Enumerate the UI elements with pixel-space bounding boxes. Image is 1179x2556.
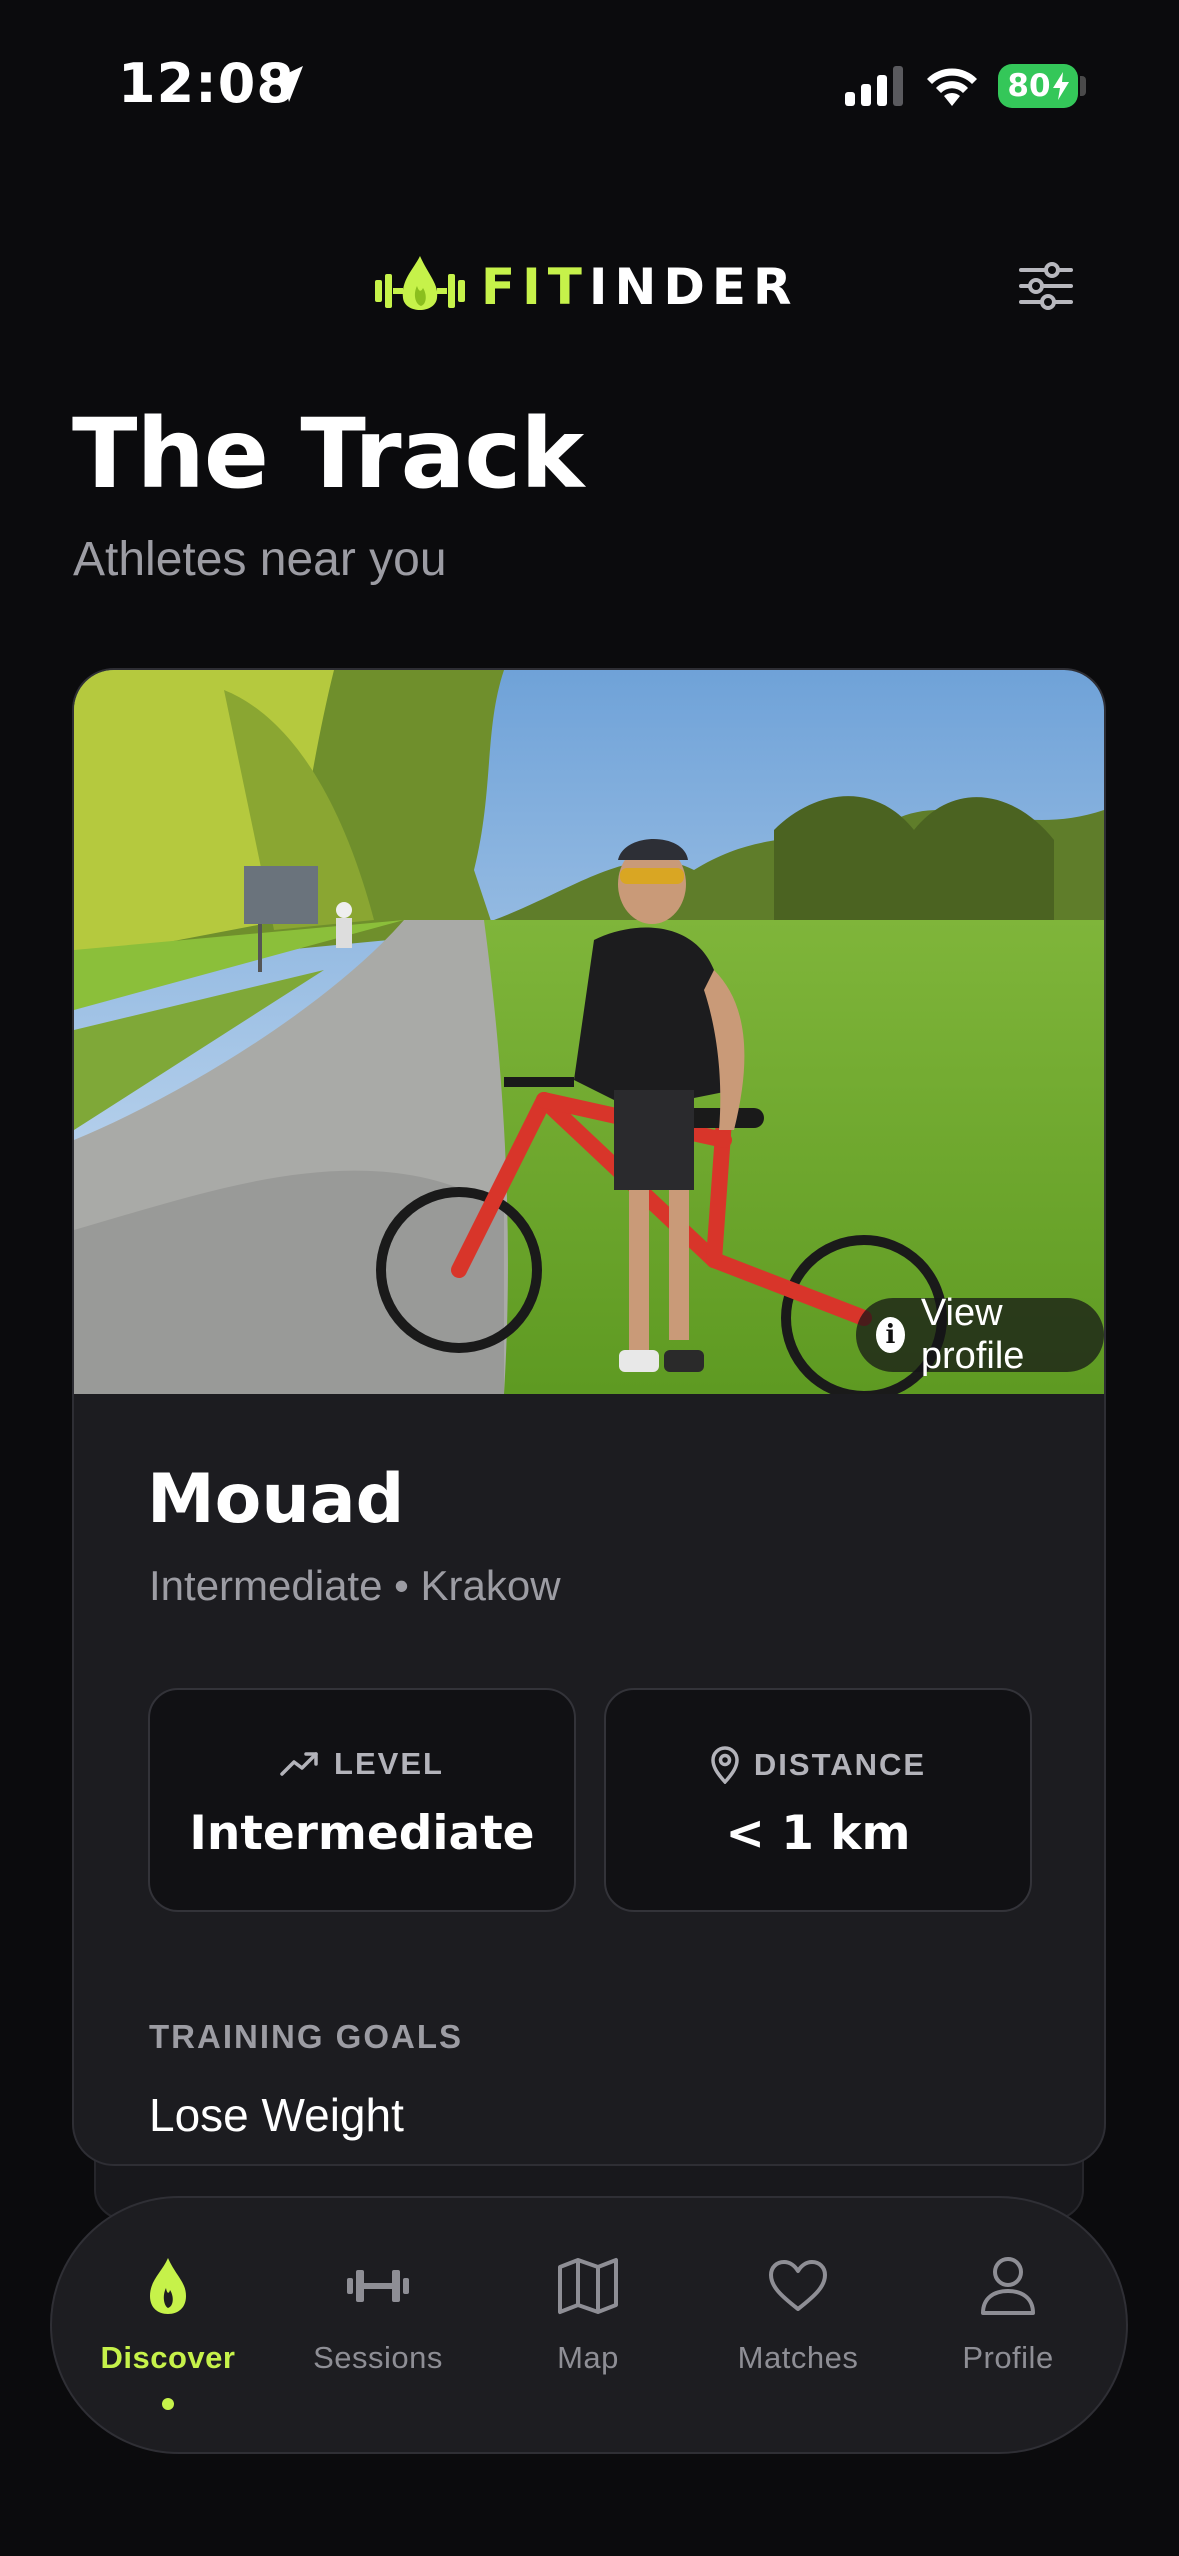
distance-stat: DISTANCE < 1 km [604,1688,1032,1912]
profile-name: Mouad [147,1460,405,1539]
map-pin-icon [711,1746,739,1784]
sliders-icon [1019,262,1073,310]
level-value: Intermediate [189,1806,535,1861]
info-icon: i [876,1317,905,1353]
level-label: LEVEL [334,1746,444,1781]
flame-icon [132,2250,204,2322]
status-bar: 12:08 80 [0,0,1179,170]
brand-logo: FITINDER [373,252,798,322]
nav-item-map[interactable]: Map [488,2198,688,2452]
view-profile-button[interactable]: i View profile [856,1292,1104,1377]
page-subtitle: Athletes near you [73,533,447,586]
profile-photo[interactable] [74,670,1104,1394]
user-icon [972,2250,1044,2322]
nav-item-sessions[interactable]: Sessions [278,2198,478,2452]
map-icon [552,2250,624,2322]
active-indicator-dot [162,2398,174,2410]
nav-item-profile[interactable]: Profile [908,2198,1108,2452]
battery-indicator: 80 [998,64,1078,108]
signal-icon [845,66,903,106]
nav-label-sessions: Sessions [313,2340,443,2375]
bottom-nav: Discover Sessions Map Matches Profile [50,2196,1128,2454]
battery-level: 80 [1007,68,1051,104]
brand-name: FITINDER [481,258,798,316]
level-label-row: LEVEL [150,1746,574,1782]
nav-label-map: Map [557,2340,619,2375]
distance-label-row: DISTANCE [606,1746,1030,1784]
trending-up-icon [280,1752,318,1776]
brand-name-accent: FIT [481,258,589,316]
nav-label-matches: Matches [737,2340,859,2375]
location-arrow-icon [269,66,303,102]
battery-cap [1080,76,1086,96]
dumbbell-icon [342,2250,414,2322]
level-stat: LEVEL Intermediate [148,1688,576,1912]
profile-meta: Intermediate • Krakow [149,1562,561,1609]
nav-label-profile: Profile [962,2340,1054,2375]
nav-label-discover: Discover [100,2340,236,2375]
view-profile-label: View profile [920,1292,1025,1377]
profile-card[interactable]: i View profile Mouad Intermediate • Krak… [72,668,1106,2166]
heart-icon [762,2250,834,2322]
training-goal-item: Lose Weight [149,2089,404,2141]
brand-name-rest: INDER [588,258,799,316]
distance-value: < 1 km [725,1806,911,1861]
distance-label: DISTANCE [753,1747,927,1782]
nav-item-discover[interactable]: Discover [68,2198,268,2452]
nav-item-matches[interactable]: Matches [698,2198,898,2452]
training-goals-label: TRAINING GOALS [149,2018,463,2055]
page-title: The Track [72,398,584,510]
filter-button[interactable] [1010,250,1082,322]
charging-bolt-icon [1052,72,1069,100]
wifi-icon [927,68,977,106]
flame-dumbbell-logo-icon [375,256,465,310]
